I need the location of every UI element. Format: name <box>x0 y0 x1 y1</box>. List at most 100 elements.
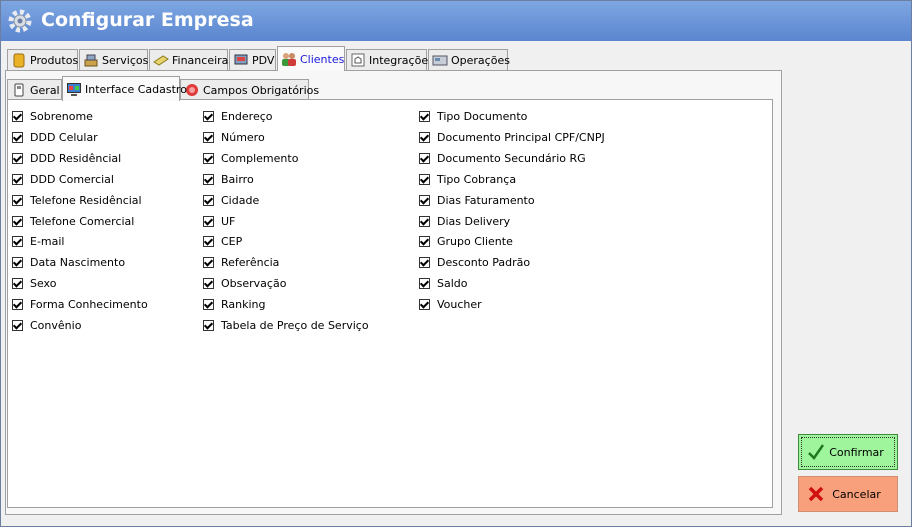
configurar-empresa-window: Configurar Empresa Produtos Serviços Fin… <box>0 0 912 527</box>
checkbox-checked[interactable] <box>12 215 23 227</box>
checkbox-checked[interactable] <box>12 298 23 310</box>
pos-icon <box>234 54 248 65</box>
checkbox-checked[interactable] <box>203 298 214 310</box>
checkbox-label: Observação <box>221 276 287 290</box>
tab-produtos[interactable]: Produtos <box>7 49 78 70</box>
checkbox-label: Forma Conhecimento <box>30 297 148 311</box>
field-checkbox[interactable]: Endereço <box>203 108 273 124</box>
field-checkbox[interactable]: Referência <box>203 254 279 270</box>
field-checkbox[interactable]: Cidade <box>203 192 259 208</box>
checkbox-label: Ranking <box>221 297 266 311</box>
tab-clientes[interactable]: Clientes <box>277 46 345 71</box>
checkbox-checked[interactable] <box>203 173 214 185</box>
checkbox-checked[interactable] <box>203 152 214 164</box>
field-checkbox[interactable]: Dias Faturamento <box>419 192 535 208</box>
checkbox-checked[interactable] <box>203 319 214 331</box>
field-checkbox[interactable]: Dias Delivery <box>419 213 510 229</box>
checkbox-label: Bairro <box>221 172 254 186</box>
interface-cadastro-panel: Sobrenome DDD Celular DDD Residêncial DDD C… <box>7 99 773 508</box>
checkbox-checked[interactable] <box>419 173 430 185</box>
field-checkbox[interactable]: Convênio <box>12 317 81 333</box>
field-checkbox[interactable]: UF <box>203 213 235 229</box>
field-checkbox[interactable]: Saldo <box>419 275 468 291</box>
checkbox-checked[interactable] <box>203 256 214 268</box>
window-title: Configurar Empresa <box>41 9 254 31</box>
checkbox-label: Sobrenome <box>30 109 93 123</box>
field-checkbox[interactable]: Número <box>203 129 265 145</box>
field-checkbox[interactable]: Documento Principal CPF/CNPJ <box>419 129 605 145</box>
money-icon <box>153 55 169 66</box>
monitor-icon <box>67 83 81 96</box>
checkbox-label: Telefone Comercial <box>30 214 135 228</box>
field-checkbox[interactable]: Voucher <box>419 296 482 312</box>
tab-financeiras[interactable]: Financeiras <box>149 49 234 70</box>
checkbox-checked[interactable] <box>419 256 430 268</box>
gear-icon <box>8 9 32 33</box>
checkbox-checked[interactable] <box>419 152 430 164</box>
field-checkbox[interactable]: Telefone Residêncial <box>12 192 142 208</box>
checkbox-checked[interactable] <box>12 277 23 289</box>
checkbox-checked[interactable] <box>12 319 23 331</box>
field-checkbox[interactable]: E-mail <box>12 233 65 249</box>
checkbox-checked[interactable] <box>203 235 214 247</box>
field-checkbox[interactable]: DDD Comercial <box>12 171 114 187</box>
field-checkbox[interactable]: Bairro <box>203 171 254 187</box>
field-checkbox[interactable]: Grupo Cliente <box>419 233 513 249</box>
checkbox-checked[interactable] <box>12 152 23 164</box>
checkbox-checked[interactable] <box>12 256 23 268</box>
checkbox-checked[interactable] <box>419 131 430 143</box>
checkbox-checked[interactable] <box>12 110 23 122</box>
tools-icon <box>84 54 98 67</box>
field-checkbox[interactable]: Tabela de Preço de Serviço <box>203 317 369 333</box>
field-checkbox[interactable]: CEP <box>203 233 242 249</box>
field-checkbox[interactable]: Ranking <box>203 296 266 312</box>
field-checkbox[interactable]: Complemento <box>203 150 298 166</box>
checkbox-label: UF <box>221 214 236 228</box>
checkbox-checked[interactable] <box>419 277 430 289</box>
tab-operacoes[interactable]: Operações <box>428 49 510 70</box>
field-checkbox[interactable]: Forma Conhecimento <box>12 296 148 312</box>
tab-pdv[interactable]: PDV <box>229 49 276 70</box>
checkbox-checked[interactable] <box>203 215 214 227</box>
field-checkbox[interactable]: Observação <box>203 275 286 291</box>
checkbox-label: DDD Residêncial <box>30 151 122 165</box>
confirm-button[interactable]: Confirmar <box>798 434 898 470</box>
checkbox-checked[interactable] <box>419 298 430 310</box>
tab-integracoes[interactable]: Integrações <box>346 49 434 70</box>
field-checkbox[interactable]: DDD Residêncial <box>12 150 121 166</box>
checkbox-label: Dias Delivery <box>437 214 511 228</box>
cancel-button[interactable]: Cancelar <box>798 476 898 512</box>
checkbox-label: Documento Principal CPF/CNPJ <box>437 130 605 144</box>
checkbox-checked[interactable] <box>12 235 23 247</box>
checkbox-checked[interactable] <box>203 277 214 289</box>
checkbox-label: Tipo Documento <box>437 109 528 123</box>
checkbox-label: Tabela de Preço de Serviço <box>221 318 369 332</box>
checkbox-checked[interactable] <box>203 131 214 143</box>
field-checkbox[interactable]: DDD Celular <box>12 129 98 145</box>
checkbox-checked[interactable] <box>203 110 214 122</box>
field-checkbox[interactable]: Tipo Documento <box>419 108 527 124</box>
checkbox-checked[interactable] <box>12 173 23 185</box>
checkbox-label: Cidade <box>221 193 260 207</box>
checkbox-checked[interactable] <box>12 131 23 143</box>
tab-interface-cadastro[interactable]: Interface Cadastro <box>62 76 187 101</box>
checkbox-label: DDD Celular <box>30 130 98 144</box>
field-checkbox[interactable]: Desconto Padrão <box>419 254 530 270</box>
tab-servicos[interactable]: Serviços <box>79 49 148 70</box>
field-checkbox[interactable]: Data Nascimento <box>12 254 125 270</box>
field-checkbox[interactable]: Sobrenome <box>12 108 93 124</box>
checkbox-checked[interactable] <box>419 194 430 206</box>
tab-campos-obrigatorios[interactable]: Campos Obrigatórios <box>180 79 319 100</box>
checkbox-checked[interactable] <box>419 235 430 247</box>
field-checkbox[interactable]: Sexo <box>12 275 56 291</box>
field-checkbox[interactable]: Telefone Comercial <box>12 213 134 229</box>
field-checkbox[interactable]: Documento Secundário RG <box>419 150 586 166</box>
checkbox-checked[interactable] <box>12 194 23 206</box>
checkbox-label: DDD Comercial <box>30 172 114 186</box>
field-checkbox[interactable]: Tipo Cobrança <box>419 171 516 187</box>
checkbox-checked[interactable] <box>419 110 430 122</box>
tab-geral[interactable]: Geral <box>7 79 62 100</box>
checkbox-checked[interactable] <box>203 194 214 206</box>
checkbox-label: Documento Secundário RG <box>437 151 586 165</box>
checkbox-checked[interactable] <box>419 215 430 227</box>
